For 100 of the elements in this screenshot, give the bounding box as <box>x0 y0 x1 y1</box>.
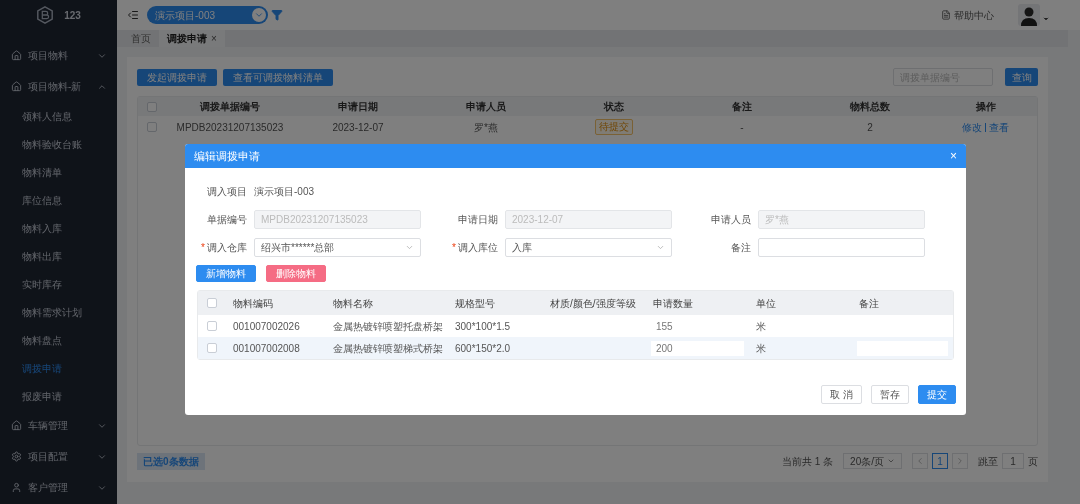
project-selector[interactable]: 演示项目-003 <box>147 6 268 24</box>
sidebar-group[interactable]: 项目物料-新 <box>0 71 117 102</box>
user-icon <box>11 482 22 493</box>
help-link[interactable]: 帮助中心 <box>954 7 994 23</box>
sidebar-item[interactable]: 物料盘点 <box>0 326 117 354</box>
sidebar-item[interactable]: 物料入库 <box>0 214 117 242</box>
table-cell-text: 2023-12-07 <box>331 120 385 135</box>
header-cell-text: 物料总数 <box>849 100 891 114</box>
sidebar-item[interactable]: 调拨申请 <box>0 354 117 382</box>
status-tag: 待提交 <box>595 119 633 135</box>
sidebar-item[interactable]: 物料验收台账 <box>0 130 117 158</box>
tab[interactable]: 首页 <box>123 30 159 47</box>
quantity-field[interactable]: 200 <box>651 340 744 356</box>
select-field[interactable]: 绍兴市******总部 <box>254 237 421 257</box>
field-label: 调入仓库 <box>207 241 247 253</box>
close-icon[interactable]: × <box>211 31 217 46</box>
table-cell-text: 金属热镀锌喷塑梯式桥架 <box>332 341 444 356</box>
home-icon <box>11 50 22 61</box>
total-count: 当前共 1 条 <box>781 454 834 469</box>
table-cell-text: MPDB20231207135023 <box>175 120 285 135</box>
select-field[interactable]: 入库 <box>505 237 672 257</box>
field-label: 备注 <box>731 241 751 253</box>
sidebar-item[interactable]: 物料出库 <box>0 242 117 270</box>
chevron-down-icon <box>252 8 266 22</box>
page-unit: 页 <box>1028 454 1038 469</box>
table-cell-text: 155 <box>655 319 674 334</box>
menu-icon[interactable] <box>127 9 139 21</box>
checkbox[interactable] <box>207 343 217 353</box>
table-cell-text: 300*100*1.5 <box>454 319 512 334</box>
checkbox[interactable] <box>207 298 217 308</box>
previous-page-icon[interactable] <box>912 453 928 469</box>
action-button[interactable]: 查看可调拨物料清单 <box>223 68 333 86</box>
page-size-select[interactable]: 20条/页 <box>843 453 902 469</box>
table-cell-text: - <box>739 120 745 135</box>
home-icon <box>11 81 22 92</box>
footer-button[interactable]: 取 消 <box>821 385 862 404</box>
header-cell-text: 状态 <box>602 100 625 114</box>
sidebar-item[interactable]: 领料人信息 <box>0 102 117 130</box>
sidebar-item[interactable]: 物料需求计划 <box>0 298 117 326</box>
chevron-down-icon <box>887 457 895 465</box>
checkbox[interactable] <box>147 122 157 132</box>
header-cell-text: 申请数量 <box>652 296 694 311</box>
footer-button[interactable]: 暂存 <box>871 385 909 404</box>
required-mark: * <box>452 241 456 253</box>
checkbox[interactable] <box>207 321 217 331</box>
home-icon <box>11 420 22 431</box>
sidebar-group[interactable]: 项目物料 <box>0 40 117 71</box>
header-cell-text: 申请人员 <box>465 100 507 114</box>
search-button[interactable]: 查询 <box>1005 68 1038 86</box>
header-cell-text: 物料编码 <box>232 296 274 311</box>
table-cell-text: 金属热镀锌喷塑托盘桥架 <box>332 319 444 334</box>
required-mark: * <box>201 241 205 253</box>
checkbox[interactable] <box>147 101 157 112</box>
header-cell-text: 规格型号 <box>454 296 496 311</box>
next-page-icon[interactable] <box>952 453 968 469</box>
table-row[interactable]: 001007002008 金属热镀锌喷塑梯式桥架 600*150*2.0 200 米 <box>198 337 953 359</box>
field-label: 单据编号 <box>207 213 247 225</box>
action-button[interactable]: 发起调拨申请 <box>137 68 217 86</box>
table-cell-text: 001007002026 <box>232 319 301 334</box>
sidebar-item[interactable]: 库位信息 <box>0 186 117 214</box>
sidebar-item[interactable]: 报废申请 <box>0 382 117 410</box>
table-cell-text: 001007002008 <box>232 341 301 356</box>
table-cell-text: 罗*燕 <box>473 120 499 135</box>
footer-button[interactable]: 提交 <box>918 385 956 404</box>
table-cell-text: 米 <box>755 341 767 356</box>
group-label: 车辆管理 <box>28 419 69 433</box>
document-icon[interactable] <box>941 10 951 20</box>
table-cell-text: 600*150*2.0 <box>454 341 512 356</box>
row-link[interactable]: 修改 <box>962 119 982 135</box>
tab[interactable]: 调拨申请 × <box>159 30 225 47</box>
field-label: 申请日期 <box>458 213 498 225</box>
row-link[interactable]: 查看 <box>989 119 1009 135</box>
group-label: 项目物料 <box>28 49 69 63</box>
action-button[interactable]: 新增物料 <box>196 265 256 282</box>
selection-info: 已选0条数据 <box>137 452 205 470</box>
filter-icon[interactable] <box>271 9 283 21</box>
jump-label: 跳至 <box>978 454 998 469</box>
sidebar-group[interactable]: 客户管理 <box>0 472 117 503</box>
dialog-title: 编辑调拨申请 <box>194 148 261 164</box>
sidebar-item[interactable]: 实时库存 <box>0 270 117 298</box>
input-field[interactable] <box>758 237 925 257</box>
header-cell-text: 调拨单据编号 <box>199 100 261 114</box>
header-cell-text: 物料名称 <box>332 296 374 311</box>
table-cell-text: 米 <box>755 319 767 334</box>
caret-icon[interactable] <box>1042 15 1050 23</box>
header-cell-text: 材质/颜色/强度等级 <box>549 296 637 311</box>
sidebar-group[interactable]: 车辆管理 <box>0 410 117 441</box>
header-cell-text: 备注 <box>731 100 753 114</box>
header-cell-text: 备注 <box>858 296 880 311</box>
page-number[interactable]: 1 <box>932 453 948 469</box>
action-button[interactable]: 删除物料 <box>266 265 326 282</box>
sidebar-item[interactable]: 物料清单 <box>0 158 117 186</box>
page-input[interactable]: 1 <box>1002 453 1024 469</box>
field-label: 调入项目 <box>207 185 247 197</box>
header-cell-text: 申请日期 <box>337 100 379 114</box>
close-button[interactable]: × <box>950 150 957 162</box>
avatar[interactable] <box>1018 4 1040 26</box>
logo-text: 123 <box>64 8 81 23</box>
logo-icon <box>36 6 55 24</box>
header-cell-text: 操作 <box>974 100 997 114</box>
